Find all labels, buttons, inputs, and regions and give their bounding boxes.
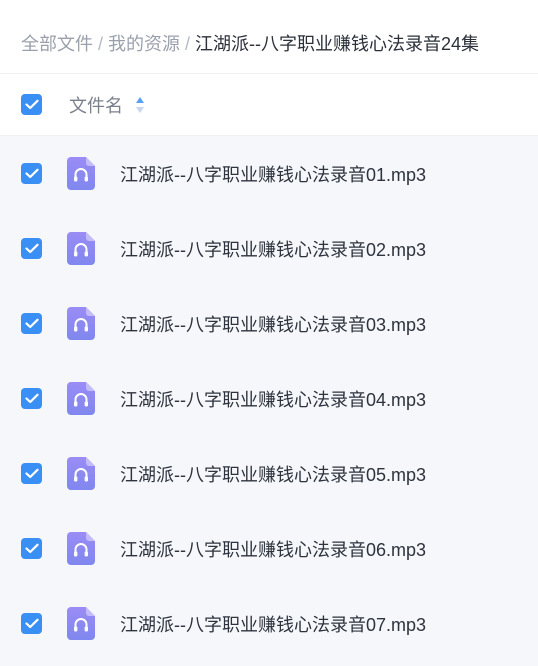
- file-name[interactable]: 江湖派--八字职业赚钱心法录音02.mp3: [120, 236, 426, 262]
- sort-icon[interactable]: [135, 96, 145, 114]
- file-row[interactable]: 江湖派--八字职业赚钱心法录音03.mp3: [0, 286, 538, 361]
- row-checkbox[interactable]: [21, 613, 42, 634]
- breadcrumb-current-folder: 江湖派--八字职业赚钱心法录音24集: [195, 34, 480, 54]
- audio-file-icon: [67, 532, 95, 565]
- file-row[interactable]: 江湖派--八字职业赚钱心法录音07.mp3: [0, 586, 538, 661]
- row-checkbox[interactable]: [21, 163, 42, 184]
- check-icon: [24, 393, 39, 404]
- file-name[interactable]: 江湖派--八字职业赚钱心法录音04.mp3: [120, 386, 426, 412]
- row-checkbox[interactable]: [21, 463, 42, 484]
- row-checkbox[interactable]: [21, 313, 42, 334]
- audio-file-icon: [67, 157, 95, 190]
- file-name[interactable]: 江湖派--八字职业赚钱心法录音03.mp3: [120, 311, 426, 337]
- row-checkbox[interactable]: [21, 238, 42, 259]
- breadcrumb-item-all-files[interactable]: 全部文件: [21, 34, 93, 54]
- check-icon: [24, 243, 39, 254]
- check-icon: [24, 468, 39, 479]
- check-icon: [24, 318, 39, 329]
- column-header-filename[interactable]: 文件名: [69, 92, 123, 118]
- row-checkbox[interactable]: [21, 538, 42, 559]
- check-icon: [24, 543, 39, 554]
- select-all-checkbox[interactable]: [21, 94, 42, 115]
- breadcrumb-item-my-resources[interactable]: 我的资源: [108, 34, 180, 54]
- file-row[interactable]: 江湖派--八字职业赚钱心法录音05.mp3: [0, 436, 538, 511]
- check-icon: [24, 168, 39, 179]
- audio-file-icon: [67, 607, 95, 640]
- row-checkbox[interactable]: [21, 388, 42, 409]
- file-name[interactable]: 江湖派--八字职业赚钱心法录音06.mp3: [120, 536, 426, 562]
- file-name[interactable]: 江湖派--八字职业赚钱心法录音05.mp3: [120, 461, 426, 487]
- audio-file-icon: [67, 382, 95, 415]
- audio-file-icon: [67, 307, 95, 340]
- breadcrumb-separator: /: [98, 34, 104, 54]
- file-row[interactable]: 江湖派--八字职业赚钱心法录音01.mp3: [0, 136, 538, 211]
- check-icon: [24, 99, 39, 110]
- file-name[interactable]: 江湖派--八字职业赚钱心法录音07.mp3: [120, 611, 426, 637]
- check-icon: [24, 618, 39, 629]
- file-row[interactable]: 江湖派--八字职业赚钱心法录音04.mp3: [0, 361, 538, 436]
- breadcrumb: 全部文件 / 我的资源 / 江湖派--八字职业赚钱心法录音24集: [0, 0, 538, 74]
- audio-file-icon: [67, 457, 95, 490]
- file-row[interactable]: 江湖派--八字职业赚钱心法录音02.mp3: [0, 211, 538, 286]
- file-name[interactable]: 江湖派--八字职业赚钱心法录音01.mp3: [120, 161, 426, 187]
- breadcrumb-separator: /: [185, 34, 191, 54]
- file-list: 江湖派--八字职业赚钱心法录音01.mp3 江湖派--八字职业赚钱心法录音02.…: [0, 136, 538, 666]
- file-row[interactable]: 江湖派--八字职业赚钱心法录音06.mp3: [0, 511, 538, 586]
- audio-file-icon: [67, 232, 95, 265]
- file-list-header: 文件名: [0, 74, 538, 136]
